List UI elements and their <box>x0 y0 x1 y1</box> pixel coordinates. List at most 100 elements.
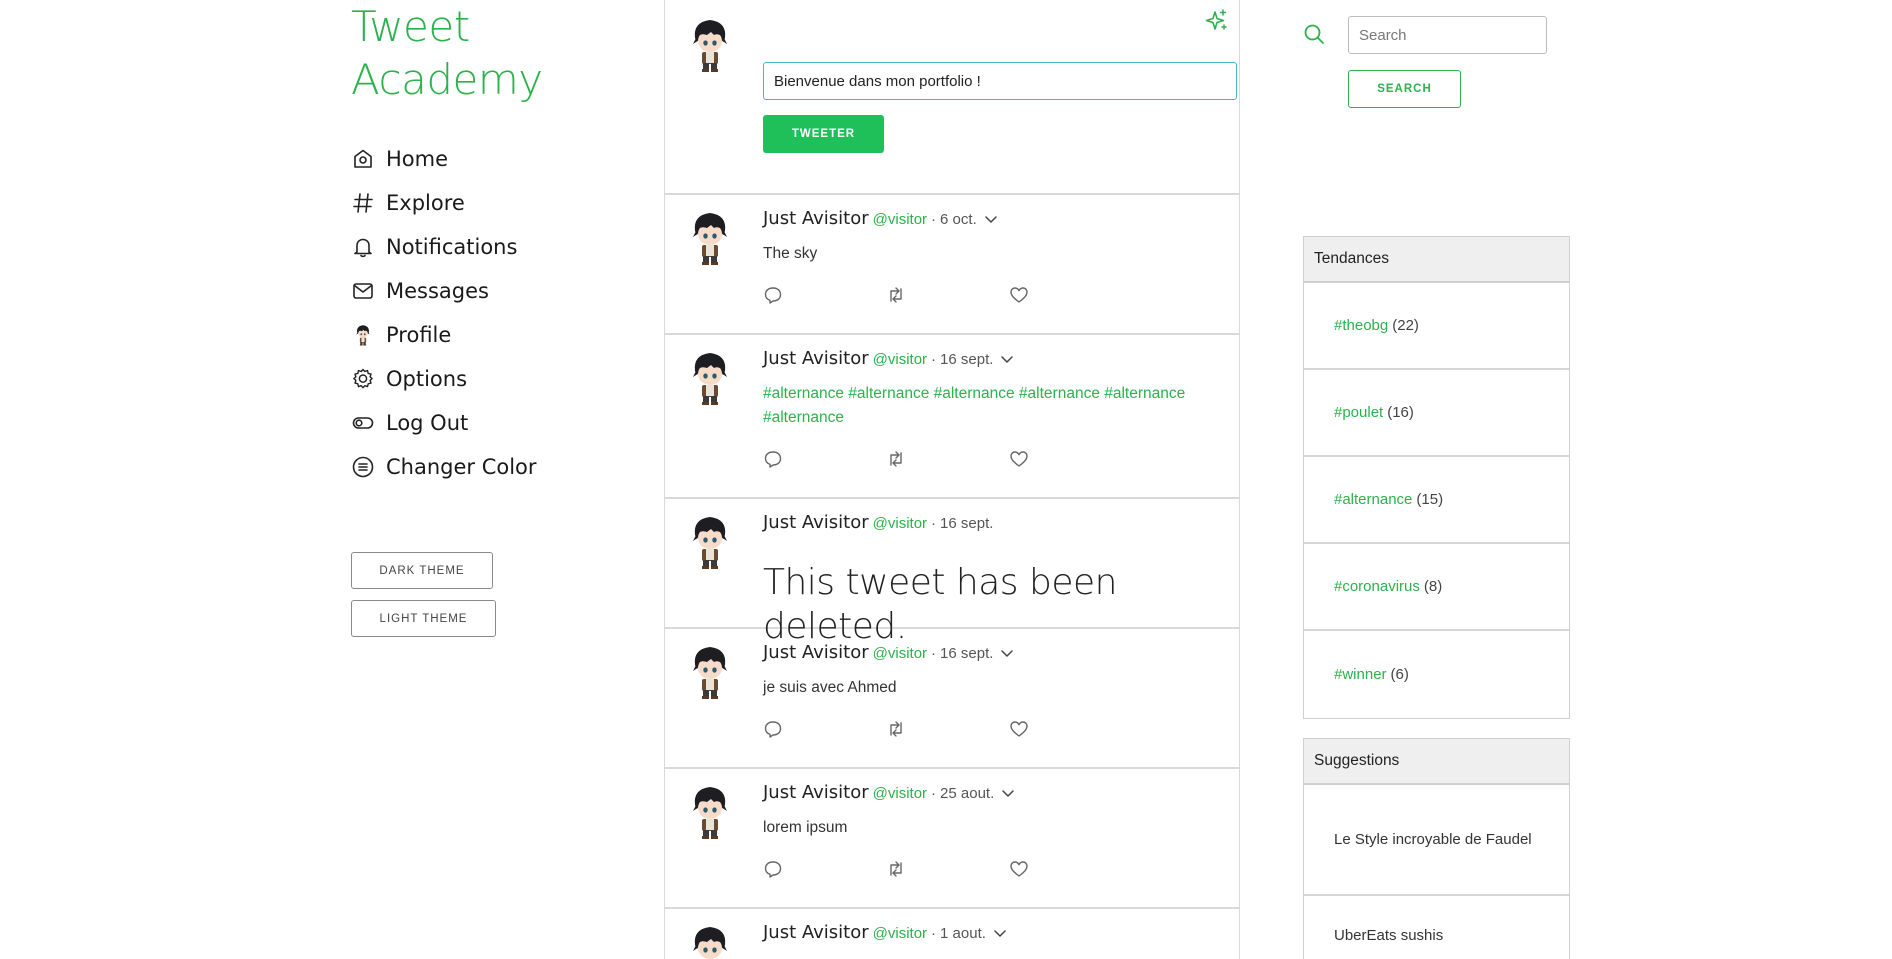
heart-icon[interactable] <box>1009 859 1029 879</box>
trend-item[interactable]: #poulet (16) <box>1304 370 1569 457</box>
list-circle-icon <box>351 455 375 479</box>
trend-tag[interactable]: #winner <box>1334 666 1387 683</box>
tweet-author-name[interactable]: Just Avisitor <box>763 348 869 369</box>
heart-icon[interactable] <box>1009 285 1029 305</box>
tweet-avatar[interactable] <box>687 209 733 267</box>
nav-item-explore[interactable]: Explore <box>351 181 537 225</box>
trend-tag[interactable]: #coronavirus <box>1334 578 1420 595</box>
tweet-date: 6 oct. <box>940 211 977 228</box>
tweet-hashtags[interactable]: #alternance #alternance #alternance #alt… <box>763 382 1223 430</box>
tweet-feed: TWEETER Just Avisitor @visitor · 6 oct. … <box>664 0 1240 959</box>
reply-icon[interactable] <box>763 285 783 305</box>
tweet-author-handle[interactable]: @visitor <box>873 645 927 662</box>
trend-item[interactable]: #coronavirus (8) <box>1304 544 1569 631</box>
chevron-down-icon[interactable] <box>999 645 1015 661</box>
trends-panel: Tendances #theobg (22) #poulet (16) #alt… <box>1303 236 1570 719</box>
chevron-down-icon[interactable] <box>1000 785 1016 801</box>
tweet-author-name[interactable]: Just Avisitor <box>763 642 869 663</box>
tweet-author-handle[interactable]: @visitor <box>873 925 927 942</box>
tweet-avatar[interactable] <box>687 513 733 571</box>
retweet-icon[interactable] <box>886 285 906 305</box>
tweet-author-name[interactable]: Just Avisitor <box>763 922 869 943</box>
trend-item[interactable]: #winner (6) <box>1304 631 1569 718</box>
avatar-icon <box>351 323 375 347</box>
tweet[interactable]: Just Avisitor @visitor · 1 aout. <box>665 909 1239 959</box>
app-title-line1: Tweet <box>351 2 470 51</box>
tweet-author-name[interactable]: Just Avisitor <box>763 208 869 229</box>
trend-tag[interactable]: #poulet <box>1334 404 1383 421</box>
tweet-separator: · <box>931 925 937 942</box>
nav-item-options[interactable]: Options <box>351 357 537 401</box>
tweet-date: 25 aout. <box>940 785 995 802</box>
chevron-down-icon[interactable] <box>992 925 1008 941</box>
tweet-author-handle[interactable]: @visitor <box>873 211 927 228</box>
home-icon <box>351 147 375 171</box>
tweet-separator: · <box>931 515 937 532</box>
sparkle-icon[interactable] <box>1203 8 1229 34</box>
tweeter-button[interactable]: TWEETER <box>763 115 884 153</box>
retweet-icon[interactable] <box>886 859 906 879</box>
nav-label: Changer Color <box>386 455 537 479</box>
reply-icon[interactable] <box>763 859 783 879</box>
suggestions-title: Suggestions <box>1304 739 1569 785</box>
dark-theme-button[interactable]: DARK THEME <box>351 552 493 589</box>
tweet-author-handle[interactable]: @visitor <box>873 515 927 532</box>
tweet[interactable]: Just Avisitor @visitor · 16 sept. je sui… <box>665 629 1239 769</box>
tweet-author-handle[interactable]: @visitor <box>873 785 927 802</box>
compose-box: TWEETER <box>665 0 1239 195</box>
tweet-input[interactable] <box>763 62 1237 100</box>
reply-icon[interactable] <box>763 719 783 739</box>
tweet-author-name[interactable]: Just Avisitor <box>763 512 869 533</box>
nav-item-profile[interactable]: Profile <box>351 313 537 357</box>
chevron-down-icon[interactable] <box>983 211 999 227</box>
tweet-actions <box>763 449 1029 469</box>
nav-item-notifications[interactable]: Notifications <box>351 225 537 269</box>
light-theme-button[interactable]: LIGHT THEME <box>351 600 496 637</box>
tweet-actions <box>763 719 1029 739</box>
trends-title: Tendances <box>1304 237 1569 283</box>
tweet-avatar[interactable] <box>687 643 733 701</box>
trend-tag[interactable]: #theobg <box>1334 317 1388 334</box>
heart-icon[interactable] <box>1009 449 1029 469</box>
nav-item-changer-color[interactable]: Changer Color <box>351 445 537 489</box>
trend-item[interactable]: #alternance (15) <box>1304 457 1569 544</box>
tweet-separator: · <box>931 211 937 228</box>
tweet[interactable]: Just Avisitor @visitor · 6 oct. The sky <box>665 195 1239 335</box>
tweet-header: Just Avisitor @visitor · 25 aout. <box>763 782 1016 803</box>
user-avatar[interactable] <box>687 16 733 74</box>
nav-label: Options <box>386 367 468 391</box>
app-logo[interactable]: Tweet Academy <box>351 0 543 106</box>
nav-item-messages[interactable]: Messages <box>351 269 537 313</box>
trend-item[interactable]: #theobg (22) <box>1304 283 1569 370</box>
tweet-actions <box>763 859 1029 879</box>
tweet-header: Just Avisitor @visitor · 1 aout. <box>763 922 1008 943</box>
trend-count: (15) <box>1416 491 1444 508</box>
chevron-down-icon[interactable] <box>999 351 1015 367</box>
tweet-text: je suis avec Ahmed <box>763 679 897 696</box>
nav-item-logout[interactable]: Log Out <box>351 401 537 445</box>
heart-icon[interactable] <box>1009 719 1029 739</box>
suggestion-item[interactable]: Le Style incroyable de Faudel <box>1304 785 1569 896</box>
tweet-avatar[interactable] <box>687 923 733 959</box>
gear-icon <box>351 367 375 391</box>
app-title-line2: Academy <box>351 55 543 104</box>
suggestion-item[interactable]: UberEats sushis <box>1304 896 1569 959</box>
reply-icon[interactable] <box>763 449 783 469</box>
nav-item-home[interactable]: Home <box>351 137 537 181</box>
tweet[interactable]: Just Avisitor @visitor · 16 sept. #alter… <box>665 335 1239 499</box>
tweet[interactable]: Just Avisitor @visitor · 25 aout. lorem … <box>665 769 1239 909</box>
tweet-deleted[interactable]: Just Avisitor @visitor · 16 sept. This t… <box>665 499 1239 647</box>
search-icon[interactable] <box>1302 22 1326 46</box>
tweet-author-name[interactable]: Just Avisitor <box>763 782 869 803</box>
tweet-author-handle[interactable]: @visitor <box>873 351 927 368</box>
search-input[interactable] <box>1348 16 1547 54</box>
tweet-date: 16 sept. <box>940 515 994 532</box>
retweet-icon[interactable] <box>886 719 906 739</box>
tweet-avatar[interactable] <box>687 783 733 841</box>
envelope-icon <box>351 279 375 303</box>
trend-tag[interactable]: #alternance <box>1334 491 1412 508</box>
retweet-icon[interactable] <box>886 449 906 469</box>
search-button[interactable]: SEARCH <box>1348 70 1461 108</box>
bell-icon <box>351 235 375 259</box>
tweet-avatar[interactable] <box>687 349 733 407</box>
